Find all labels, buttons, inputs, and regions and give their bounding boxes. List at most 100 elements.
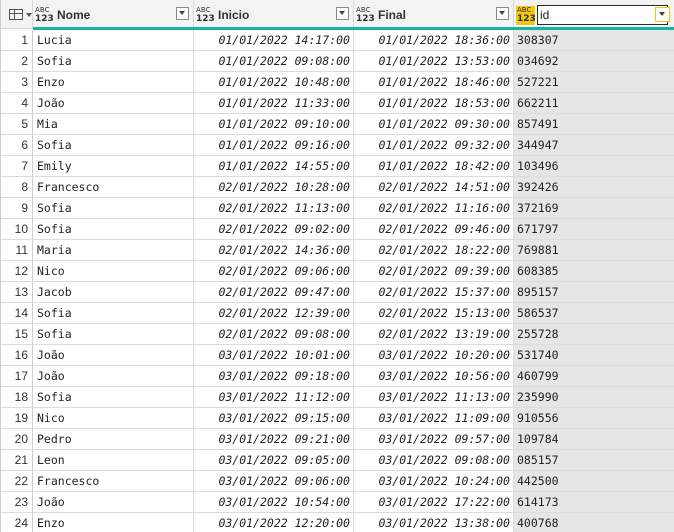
table-row[interactable]: 8 Francesco 02/01/2022 10:28:00 02/01/2022 …	[1, 177, 674, 198]
table-row[interactable]: 4 João 01/01/2022 11:33:00 01/01/2022 18:53…	[1, 93, 674, 114]
table-row[interactable]: 3 Enzo 01/01/2022 10:48:00 01/01/2022 18:46…	[1, 72, 674, 93]
row-number[interactable]: 11	[1, 240, 33, 261]
cell-nome[interactable]: Jacob	[33, 282, 194, 303]
cell-nome[interactable]: João	[33, 366, 194, 387]
cell-final[interactable]: 03/01/2022 09:08:00	[354, 450, 514, 471]
cell-nome[interactable]: Lucia	[33, 30, 194, 51]
filter-dropdown-icon[interactable]	[655, 7, 670, 22]
cell-inicio[interactable]: 03/01/2022 12:20:00	[194, 513, 354, 532]
table-row[interactable]: 20 Pedro 03/01/2022 09:21:00 03/01/2022 09:…	[1, 429, 674, 450]
cell-nome[interactable]: Enzo	[33, 72, 194, 93]
cell-final[interactable]: 03/01/2022 10:20:00	[354, 345, 514, 366]
cell-id[interactable]: 614173	[514, 492, 674, 513]
cell-nome[interactable]: Sofia	[33, 324, 194, 345]
cell-id[interactable]: 308307	[514, 30, 674, 51]
table-row[interactable]: 19 Nico 03/01/2022 09:15:00 03/01/2022 11:0…	[1, 408, 674, 429]
cell-id[interactable]: 442500	[514, 471, 674, 492]
cell-inicio[interactable]: 03/01/2022 09:05:00	[194, 450, 354, 471]
table-row[interactable]: 22 Francesco 03/01/2022 09:06:00 03/01/2022…	[1, 471, 674, 492]
table-row[interactable]: 16 João 03/01/2022 10:01:00 03/01/2022 10:2…	[1, 345, 674, 366]
cell-nome[interactable]: João	[33, 93, 194, 114]
table-row[interactable]: 11 Maria 02/01/2022 14:36:00 02/01/2022 18:…	[1, 240, 674, 261]
cell-id[interactable]: 608385	[514, 261, 674, 282]
cell-nome[interactable]: Pedro	[33, 429, 194, 450]
row-number[interactable]: 2	[1, 51, 33, 72]
table-row[interactable]: 2 Sofia 01/01/2022 09:08:00 01/01/2022 13:5…	[1, 51, 674, 72]
cell-inicio[interactable]: 03/01/2022 10:01:00	[194, 345, 354, 366]
filter-dropdown-icon[interactable]	[176, 7, 189, 20]
table-row[interactable]: 5 Mia 01/01/2022 09:10:00 01/01/2022 09:30:…	[1, 114, 674, 135]
column-header-inicio[interactable]: ABC 123 Inicio	[194, 0, 354, 29]
table-menu-button[interactable]	[1, 0, 33, 29]
cell-id[interactable]: 586537	[514, 303, 674, 324]
row-number[interactable]: 15	[1, 324, 33, 345]
type-any-icon[interactable]: ABC 123	[35, 6, 55, 24]
table-row[interactable]: 9 Sofia 02/01/2022 11:13:00 02/01/2022 11:1…	[1, 198, 674, 219]
cell-inicio[interactable]: 02/01/2022 10:28:00	[194, 177, 354, 198]
cell-final[interactable]: 03/01/2022 10:56:00	[354, 366, 514, 387]
cell-id[interactable]: 255728	[514, 324, 674, 345]
cell-inicio[interactable]: 02/01/2022 14:36:00	[194, 240, 354, 261]
cell-nome[interactable]: Nico	[33, 261, 194, 282]
row-number[interactable]: 8	[1, 177, 33, 198]
row-number[interactable]: 5	[1, 114, 33, 135]
cell-inicio[interactable]: 01/01/2022 10:48:00	[194, 72, 354, 93]
row-number[interactable]: 4	[1, 93, 33, 114]
cell-inicio[interactable]: 01/01/2022 09:16:00	[194, 135, 354, 156]
column-rename-input[interactable]	[537, 5, 668, 25]
table-row[interactable]: 12 Nico 02/01/2022 09:06:00 02/01/2022 09:3…	[1, 261, 674, 282]
cell-id[interactable]: 769881	[514, 240, 674, 261]
cell-nome[interactable]: Emily	[33, 156, 194, 177]
cell-nome[interactable]: Leon	[33, 450, 194, 471]
table-row[interactable]: 13 Jacob 02/01/2022 09:47:00 02/01/2022 15:…	[1, 282, 674, 303]
table-row[interactable]: 23 João 03/01/2022 10:54:00 03/01/2022 17:2…	[1, 492, 674, 513]
row-number[interactable]: 21	[1, 450, 33, 471]
cell-nome[interactable]: Nico	[33, 408, 194, 429]
cell-inicio[interactable]: 02/01/2022 09:47:00	[194, 282, 354, 303]
cell-nome[interactable]: Sofia	[33, 387, 194, 408]
row-number[interactable]: 24	[1, 513, 33, 532]
cell-id[interactable]: 671797	[514, 219, 674, 240]
filter-dropdown-icon[interactable]	[336, 7, 349, 20]
cell-inicio[interactable]: 03/01/2022 09:18:00	[194, 366, 354, 387]
cell-final[interactable]: 01/01/2022 09:32:00	[354, 135, 514, 156]
table-row[interactable]: 14 Sofia 02/01/2022 12:39:00 02/01/2022 15:…	[1, 303, 674, 324]
cell-final[interactable]: 01/01/2022 09:30:00	[354, 114, 514, 135]
row-number[interactable]: 10	[1, 219, 33, 240]
cell-id[interactable]: 372169	[514, 198, 674, 219]
cell-final[interactable]: 02/01/2022 15:37:00	[354, 282, 514, 303]
table-row[interactable]: 24 Enzo 03/01/2022 12:20:00 03/01/2022 13:3…	[1, 513, 674, 532]
cell-nome[interactable]: Sofia	[33, 303, 194, 324]
type-any-icon[interactable]: ABC 123	[516, 6, 536, 25]
cell-inicio[interactable]: 01/01/2022 11:33:00	[194, 93, 354, 114]
cell-final[interactable]: 03/01/2022 11:09:00	[354, 408, 514, 429]
cell-id[interactable]: 662211	[514, 93, 674, 114]
cell-final[interactable]: 01/01/2022 13:53:00	[354, 51, 514, 72]
cell-inicio[interactable]: 02/01/2022 09:06:00	[194, 261, 354, 282]
cell-id[interactable]: 895157	[514, 282, 674, 303]
cell-id[interactable]: 109784	[514, 429, 674, 450]
cell-inicio[interactable]: 03/01/2022 11:12:00	[194, 387, 354, 408]
cell-final[interactable]: 01/01/2022 18:53:00	[354, 93, 514, 114]
cell-nome[interactable]: Sofia	[33, 51, 194, 72]
cell-final[interactable]: 03/01/2022 17:22:00	[354, 492, 514, 513]
row-number[interactable]: 19	[1, 408, 33, 429]
cell-final[interactable]: 03/01/2022 10:24:00	[354, 471, 514, 492]
cell-final[interactable]: 01/01/2022 18:36:00	[354, 30, 514, 51]
cell-nome[interactable]: Enzo	[33, 513, 194, 532]
row-number[interactable]: 17	[1, 366, 33, 387]
cell-inicio[interactable]: 02/01/2022 11:13:00	[194, 198, 354, 219]
cell-final[interactable]: 02/01/2022 11:16:00	[354, 198, 514, 219]
cell-inicio[interactable]: 01/01/2022 14:17:00	[194, 30, 354, 51]
cell-final[interactable]: 02/01/2022 09:46:00	[354, 219, 514, 240]
cell-id[interactable]: 034692	[514, 51, 674, 72]
cell-final[interactable]: 02/01/2022 15:13:00	[354, 303, 514, 324]
row-number[interactable]: 16	[1, 345, 33, 366]
cell-inicio[interactable]: 03/01/2022 09:06:00	[194, 471, 354, 492]
type-any-icon[interactable]: ABC 123	[196, 6, 216, 24]
cell-nome[interactable]: Francesco	[33, 471, 194, 492]
cell-final[interactable]: 02/01/2022 09:39:00	[354, 261, 514, 282]
cell-inicio[interactable]: 01/01/2022 09:10:00	[194, 114, 354, 135]
type-any-icon[interactable]: ABC 123	[356, 6, 376, 24]
cell-nome[interactable]: Sofia	[33, 219, 194, 240]
